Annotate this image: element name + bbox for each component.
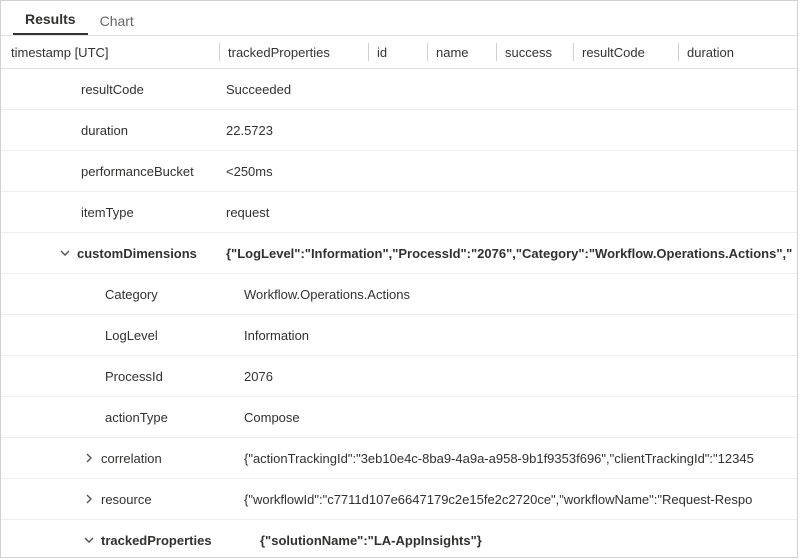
- tab-bar: Results Chart: [1, 1, 797, 36]
- row-itemtype[interactable]: itemType request: [1, 192, 797, 233]
- tab-chart[interactable]: Chart: [88, 5, 146, 35]
- row-correlation[interactable]: correlation {"actionTrackingId":"3eb10e4…: [1, 438, 797, 479]
- key-trackedproperties: trackedProperties: [101, 533, 212, 548]
- key-category: Category: [105, 287, 215, 302]
- val-customdimensions: {"LogLevel":"Information","ProcessId":"2…: [226, 246, 797, 261]
- key-processid: ProcessId: [105, 369, 215, 384]
- val-resource: {"workflowId":"c7711d107e6647179c2e15fe2…: [244, 492, 797, 507]
- row-category[interactable]: Category Workflow.Operations.Actions: [1, 274, 797, 315]
- row-resultcode[interactable]: resultCode Succeeded: [1, 69, 797, 110]
- val-processid: 2076: [244, 369, 797, 384]
- val-duration: 22.5723: [226, 123, 797, 138]
- col-duration[interactable]: duration: [687, 45, 747, 60]
- key-itemtype: itemType: [81, 205, 191, 220]
- row-actiontype[interactable]: actionType Compose: [1, 397, 797, 438]
- key-customdimensions: customDimensions: [77, 246, 197, 261]
- chevron-right-icon[interactable]: [81, 491, 97, 507]
- key-resource: resource: [101, 492, 211, 507]
- chevron-down-icon[interactable]: [81, 532, 97, 548]
- chevron-down-icon[interactable]: [57, 245, 73, 261]
- row-processid[interactable]: ProcessId 2076: [1, 356, 797, 397]
- col-success[interactable]: success: [505, 45, 565, 60]
- results-body: resultCode Succeeded duration 22.5723 pe…: [1, 69, 797, 558]
- val-performancebucket: <250ms: [226, 164, 797, 179]
- chevron-right-icon[interactable]: [81, 450, 97, 466]
- tab-results[interactable]: Results: [13, 3, 88, 35]
- val-category: Workflow.Operations.Actions: [244, 287, 797, 302]
- row-loglevel[interactable]: LogLevel Information: [1, 315, 797, 356]
- row-trackedproperties[interactable]: trackedProperties {"solutionName":"LA-Ap…: [1, 520, 797, 558]
- val-trackedproperties: {"solutionName":"LA-AppInsights"}: [260, 533, 797, 548]
- key-performancebucket: performanceBucket: [81, 164, 194, 179]
- col-trackedprops[interactable]: trackedProperties: [228, 45, 360, 60]
- val-actiontype: Compose: [244, 410, 797, 425]
- row-performancebucket[interactable]: performanceBucket <250ms: [1, 151, 797, 192]
- key-duration: duration: [81, 123, 191, 138]
- col-id[interactable]: id: [377, 45, 419, 60]
- val-loglevel: Information: [244, 328, 797, 343]
- col-resultcode[interactable]: resultCode: [582, 45, 670, 60]
- row-duration[interactable]: duration 22.5723: [1, 110, 797, 151]
- key-loglevel: LogLevel: [105, 328, 215, 343]
- val-correlation: {"actionTrackingId":"3eb10e4c-8ba9-4a9a-…: [244, 451, 797, 466]
- column-headers: timestamp [UTC] trackedProperties id nam…: [1, 36, 797, 69]
- key-actiontype: actionType: [105, 410, 215, 425]
- col-timestamp[interactable]: timestamp [UTC]: [11, 45, 211, 60]
- key-resultcode: resultCode: [81, 82, 191, 97]
- val-resultcode: Succeeded: [226, 82, 797, 97]
- col-name[interactable]: name: [436, 45, 488, 60]
- row-resource[interactable]: resource {"workflowId":"c7711d107e664717…: [1, 479, 797, 520]
- val-itemtype: request: [226, 205, 797, 220]
- row-customdimensions[interactable]: customDimensions {"LogLevel":"Informatio…: [1, 233, 797, 274]
- key-correlation: correlation: [101, 451, 211, 466]
